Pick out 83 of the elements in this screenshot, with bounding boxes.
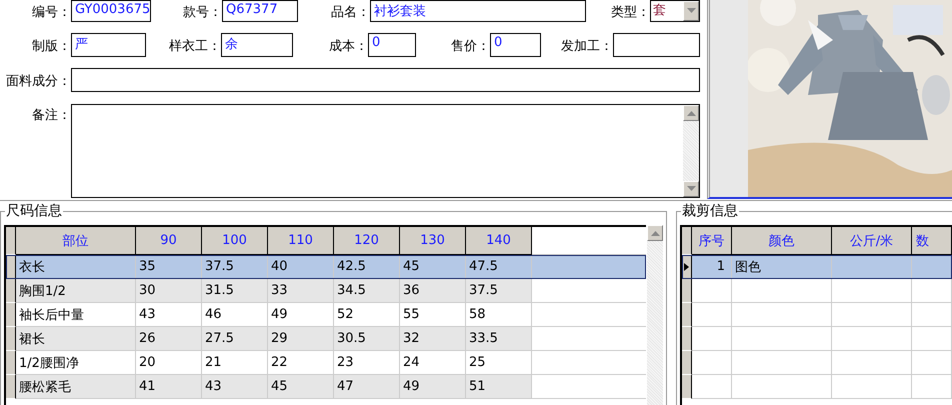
field-label: 品名：: [330, 4, 370, 21]
column-header[interactable]: 130: [400, 227, 466, 255]
row-header[interactable]: [682, 279, 692, 303]
table-cell: 腰松紧毛: [16, 375, 136, 399]
input-field[interactable]: 0: [490, 33, 541, 57]
table-cell: 41: [136, 375, 202, 399]
row-header[interactable]: [6, 327, 16, 351]
input-field[interactable]: Q67377: [222, 0, 298, 22]
table-cell: 33.5: [466, 327, 532, 351]
table-cell: 36: [400, 279, 466, 303]
table-cell: 30: [136, 279, 202, 303]
input-field[interactable]: GY0003675: [71, 0, 151, 22]
field-label: 编号：: [31, 4, 71, 21]
input-field[interactable]: [613, 33, 700, 57]
scroll-up-button[interactable]: [683, 105, 699, 121]
field-label: 成本：: [328, 38, 368, 55]
table-cell: 45: [268, 375, 334, 399]
field-label: 发加工：: [560, 38, 613, 55]
field-label: 面料成分：: [5, 73, 71, 90]
table-row[interactable]: 裙长 26 27.5 29 30.5 32 33.5: [6, 327, 646, 351]
field-label: 样衣工：: [168, 38, 221, 55]
scroll-up-button[interactable]: [647, 225, 663, 241]
table-cell: 43: [202, 375, 268, 399]
table-cell: 胸围1/2: [16, 279, 136, 303]
column-header[interactable]: 部位: [16, 227, 136, 255]
table-cell: 33: [268, 279, 334, 303]
row-header[interactable]: [682, 375, 692, 399]
remarks-field[interactable]: [71, 104, 700, 198]
field-label: 款号：: [182, 4, 222, 21]
current-row-icon: [684, 262, 689, 270]
scrollbar[interactable]: [683, 105, 699, 197]
row-header[interactable]: [682, 255, 692, 279]
table-cell: 32: [400, 327, 466, 351]
type-dropdown[interactable]: 套: [650, 0, 700, 22]
row-header[interactable]: [6, 375, 16, 399]
table-cell: 27.5: [202, 327, 268, 351]
table-cell: 30.5: [334, 327, 400, 351]
table-cell: 34.5: [334, 279, 400, 303]
input-field[interactable]: [71, 68, 700, 92]
table-cell: 47: [334, 375, 400, 399]
row-header[interactable]: [682, 327, 692, 351]
down-arrow-icon: [686, 186, 696, 192]
table-row[interactable]: 胸围1/2 30 31.5 33 34.5 36 37.5: [6, 279, 646, 303]
up-arrow-icon: [650, 230, 660, 236]
column-header[interactable]: 颜色: [732, 227, 832, 255]
field-label: 备注：: [31, 107, 71, 124]
row-header[interactable]: [6, 255, 16, 279]
column-header[interactable]: 序号: [692, 227, 732, 255]
table-cell: 衣长: [16, 255, 136, 279]
row-header[interactable]: [6, 279, 16, 303]
table-cell: 37.5: [466, 279, 532, 303]
group-title: 尺码信息: [5, 203, 63, 219]
input-field[interactable]: 严: [71, 33, 146, 57]
column-header[interactable]: 110: [268, 227, 334, 255]
input-field[interactable]: 0: [368, 33, 416, 57]
column-header[interactable]: 120: [334, 227, 400, 255]
field-label: 类型：: [610, 4, 650, 21]
row-header[interactable]: [6, 303, 16, 327]
column-header[interactable]: 公斤/米: [832, 227, 912, 255]
up-arrow-icon: [686, 110, 696, 116]
field-label: 售价：: [450, 38, 490, 55]
scrollbar[interactable]: [647, 225, 663, 405]
table-cell: 裙长: [16, 327, 136, 351]
table-row[interactable]: 1 图色: [682, 255, 952, 279]
table-cell: 26: [136, 327, 202, 351]
table-cell: 51: [466, 375, 532, 399]
field-label: 制版：: [31, 38, 71, 55]
column-header[interactable]: 100: [202, 227, 268, 255]
input-field[interactable]: 衬衫套装: [370, 0, 586, 22]
row-header[interactable]: [682, 303, 692, 327]
input-field[interactable]: 余: [221, 33, 293, 57]
scroll-down-button[interactable]: [683, 181, 699, 197]
table-cell: 29: [268, 327, 334, 351]
table-row[interactable]: 衣长 35 37.5 40 42.5 45 47.5: [6, 255, 646, 279]
table-cell: 49: [400, 375, 466, 399]
column-header[interactable]: 90: [136, 227, 202, 255]
row-header[interactable]: [6, 351, 16, 375]
column-header[interactable]: 140: [466, 227, 532, 255]
column-header[interactable]: 数: [912, 227, 952, 255]
table-cell: 31.5: [202, 279, 268, 303]
table-row[interactable]: 腰松紧毛 41 43 45 47 49 51: [6, 375, 646, 399]
row-header[interactable]: [682, 351, 692, 375]
group-title: 裁剪信息: [681, 203, 739, 219]
